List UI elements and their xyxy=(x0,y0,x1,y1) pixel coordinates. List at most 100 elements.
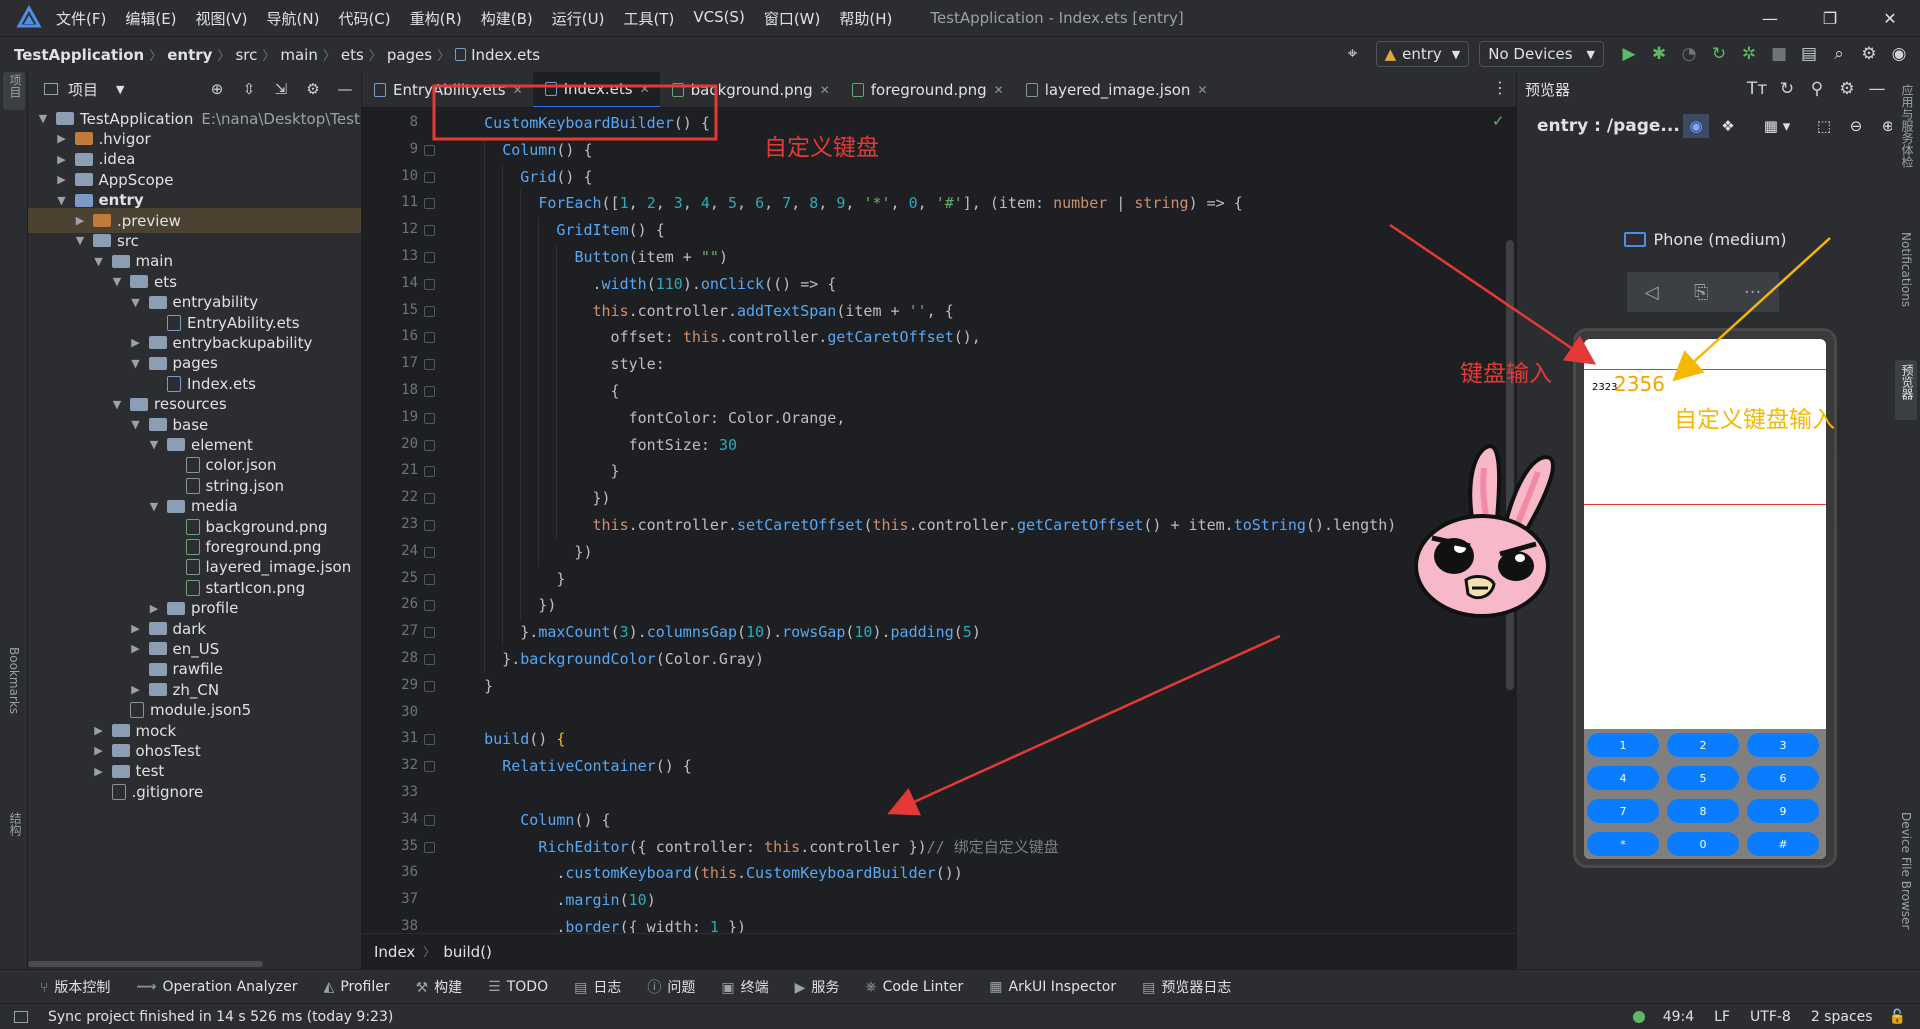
minimize-button[interactable]: — xyxy=(1740,0,1800,36)
more-options-icon[interactable]: ··· xyxy=(1744,282,1761,303)
tree-hscroll[interactable] xyxy=(28,959,361,969)
hscroll-thumb[interactable] xyxy=(28,961,263,967)
bottom-tool-button[interactable]: ⎈ Code Linter xyxy=(865,979,963,995)
chevron-right-icon[interactable]: ▶ xyxy=(129,642,143,655)
keyboard-key[interactable]: 9 xyxy=(1747,799,1819,823)
chevron-down-icon[interactable]: ▼ xyxy=(36,112,50,125)
chevron-right-icon[interactable]: ▶ xyxy=(129,336,143,349)
hide-panel-icon[interactable]: — xyxy=(329,80,361,98)
keyboard-key[interactable]: 0 xyxy=(1667,832,1739,856)
bottom-tool-button[interactable]: ⚒ 构建 xyxy=(416,977,463,997)
menu-item[interactable]: 编辑(E) xyxy=(125,8,176,29)
bottom-tool-button[interactable]: ⓘ 问题 xyxy=(647,977,695,997)
run-config-select[interactable]: ▲ entry ▼ xyxy=(1375,41,1470,67)
bottom-tool-button[interactable]: ☰ TODO xyxy=(488,979,548,995)
keyboard-key[interactable]: 4 xyxy=(1587,766,1659,790)
line-separator[interactable]: LF xyxy=(1714,1009,1730,1025)
status-ok-icon[interactable] xyxy=(1632,1010,1645,1023)
panel-settings-icon[interactable]: ⚙ xyxy=(297,80,329,98)
fold-marker-icon[interactable] xyxy=(424,198,435,210)
chevron-right-icon[interactable]: ▶ xyxy=(129,683,143,696)
keyboard-key[interactable]: 8 xyxy=(1667,799,1739,823)
notifications-tool-label[interactable]: Notifications xyxy=(1899,232,1913,307)
zoom-out-icon[interactable]: ⊖ xyxy=(1843,114,1869,138)
editor-tab[interactable]: layered_image.json ✕ xyxy=(1014,72,1218,107)
fold-marker-icon[interactable] xyxy=(424,278,435,290)
keyboard-key[interactable]: * xyxy=(1587,832,1659,856)
fold-marker-icon[interactable] xyxy=(424,546,435,558)
menu-item[interactable]: 文件(F) xyxy=(56,8,106,29)
search-icon[interactable]: ⌕ xyxy=(1824,39,1854,69)
fold-marker-icon[interactable] xyxy=(424,627,435,639)
bottom-tool-button[interactable]: ◭ Profiler xyxy=(324,979,390,995)
menu-item[interactable]: 视图(V) xyxy=(196,8,248,29)
fold-marker-icon[interactable] xyxy=(424,814,435,826)
caret-position[interactable]: 49:4 xyxy=(1663,1009,1694,1025)
rotate-icon[interactable]: ⎘ xyxy=(1694,282,1708,303)
nav-crumb[interactable]: TestApplication xyxy=(14,46,144,64)
fold-marker-icon[interactable] xyxy=(424,252,435,263)
fold-marker-icon[interactable] xyxy=(424,439,435,451)
close-tab-icon[interactable]: ✕ xyxy=(1197,83,1207,97)
fold-marker-icon[interactable] xyxy=(424,841,435,853)
chevron-right-icon[interactable]: ▶ xyxy=(55,173,69,186)
file-encoding[interactable]: UTF-8 xyxy=(1750,1009,1791,1025)
editor-tab[interactable]: foreground.png ✕ xyxy=(840,72,1014,107)
keyboard-key[interactable]: 3 xyxy=(1747,733,1819,757)
chevron-right-icon[interactable]: ▶ xyxy=(55,132,69,145)
indent-setting[interactable]: 2 spaces xyxy=(1811,1009,1873,1025)
chevron-down-icon[interactable]: ▼ xyxy=(110,275,124,288)
fold-marker-icon[interactable] xyxy=(424,412,435,424)
preview-page-label[interactable]: entry : /page... xyxy=(1537,116,1680,136)
restore-button[interactable]: ❐ xyxy=(1800,0,1860,36)
hide-previewer-icon[interactable]: — xyxy=(1862,74,1892,104)
chevron-down-icon[interactable]: ▼ xyxy=(55,194,69,207)
panel-toggle-icon[interactable] xyxy=(14,1010,28,1023)
run-icon[interactable]: ▶ xyxy=(1614,39,1644,69)
code-editor[interactable]: CustomKeyboardBuilder() { Column() { Gri… xyxy=(448,108,1508,933)
structure-tool-label[interactable]: 结构 xyxy=(7,812,24,836)
close-tab-icon[interactable]: ✕ xyxy=(994,83,1004,97)
close-tab-icon[interactable]: ✕ xyxy=(513,83,523,97)
device-select[interactable]: No Devices ▼ xyxy=(1479,41,1604,67)
fold-marker-icon[interactable] xyxy=(424,734,435,746)
close-tab-icon[interactable]: ✕ xyxy=(640,82,650,96)
close-tab-icon[interactable]: ✕ xyxy=(820,83,830,97)
menu-item[interactable]: 工具(T) xyxy=(623,8,674,29)
editor-tab[interactable]: EntryAbility.ets ✕ xyxy=(362,72,533,107)
editor-tab[interactable]: Index.ets ✕ xyxy=(532,72,660,107)
device-file-browser-label[interactable]: Device File Browser xyxy=(1899,812,1913,929)
chevron-down-icon[interactable]: ▼ xyxy=(129,296,143,309)
menu-item[interactable]: 构建(B) xyxy=(481,8,533,29)
fold-marker-icon[interactable] xyxy=(424,520,435,531)
bookmarks-tool-label[interactable]: Bookmarks xyxy=(7,647,21,714)
back-icon[interactable]: ◁ xyxy=(1645,282,1659,303)
menu-item[interactable]: 代码(C) xyxy=(338,8,390,29)
fold-marker-icon[interactable] xyxy=(424,761,435,773)
fold-marker-icon[interactable] xyxy=(424,600,435,612)
chevron-right-icon[interactable]: ▶ xyxy=(129,622,143,635)
collapse-all-icon[interactable]: ⇲ xyxy=(265,80,297,98)
multi-device-icon[interactable]: ▦ ▾ xyxy=(1757,114,1797,138)
lock-icon[interactable]: 🔓 xyxy=(1889,1009,1906,1025)
text-size-icon[interactable]: Tт xyxy=(1742,74,1772,104)
refresh-preview-icon[interactable]: ↻ xyxy=(1772,74,1802,104)
editor-tab[interactable]: background.png ✕ xyxy=(660,72,840,107)
chevron-down-icon[interactable]: ▼ xyxy=(129,357,143,370)
menu-item[interactable]: 窗口(W) xyxy=(764,8,821,29)
bottom-tool-button[interactable]: ▦ ArkUI Inspector xyxy=(989,979,1116,995)
crumb-method[interactable]: build() xyxy=(443,943,492,961)
crumb-struct[interactable]: Index xyxy=(374,943,415,961)
bottom-tool-button[interactable]: ⟿ Operation Analyzer xyxy=(136,979,297,995)
chevron-right-icon[interactable]: ▶ xyxy=(147,602,161,615)
bottom-tool-button[interactable]: ⑂ 版本控制 xyxy=(40,977,110,997)
nav-crumb[interactable]: pages xyxy=(387,46,432,64)
keyboard-key[interactable]: 1 xyxy=(1587,733,1659,757)
chevron-down-icon[interactable]: ▼ xyxy=(110,398,124,411)
bottom-tool-button[interactable]: ▤ 预览器日志 xyxy=(1142,977,1231,997)
fold-marker-icon[interactable] xyxy=(424,332,435,344)
menu-item[interactable]: 重构(R) xyxy=(410,8,462,29)
chevron-right-icon[interactable]: ▶ xyxy=(73,214,87,227)
fold-marker-icon[interactable] xyxy=(424,386,435,397)
target-icon[interactable]: ⌖ xyxy=(1338,39,1368,69)
